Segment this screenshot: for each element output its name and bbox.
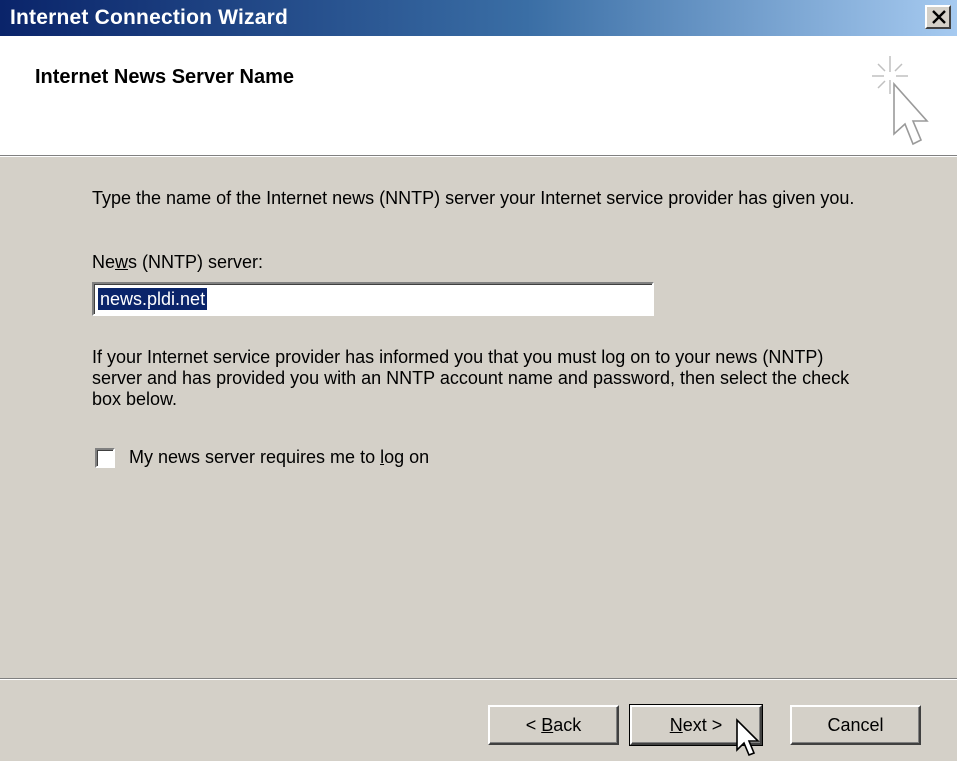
mouse-pointer-icon xyxy=(736,718,760,757)
cancel-button[interactable]: Cancel xyxy=(790,705,921,745)
button-part: ack xyxy=(553,715,582,735)
news-server-label: News (NNTP) server: xyxy=(92,252,263,273)
back-button[interactable]: < Back xyxy=(488,705,619,745)
button-part: ext > xyxy=(682,715,723,735)
wizard-header: Internet News Server Name xyxy=(0,36,957,155)
label-part: Ne xyxy=(92,252,116,272)
footer-divider xyxy=(0,678,957,680)
news-server-value: news.pldi.net xyxy=(98,288,208,310)
label-part: My news server requires me to xyxy=(129,447,381,467)
title-bar: Internet Connection Wizard xyxy=(0,0,957,36)
page-heading: Internet News Server Name xyxy=(35,66,295,88)
label-part: og on xyxy=(384,447,430,467)
label-accelerator: w xyxy=(115,252,129,272)
close-button[interactable] xyxy=(925,5,951,29)
logon-checkbox-label[interactable]: My news server requires me to log on xyxy=(129,447,429,468)
window-title: Internet Connection Wizard xyxy=(10,6,289,29)
intro-text: Type the name of the Internet news (NNTP… xyxy=(92,188,855,208)
header-divider xyxy=(0,155,957,157)
news-server-input[interactable]: news.pldi.net xyxy=(92,282,654,316)
button-accelerator: N xyxy=(669,715,683,735)
logon-checkbox[interactable] xyxy=(95,448,115,468)
close-icon xyxy=(932,10,946,24)
button-accelerator: B xyxy=(541,715,554,735)
button-part: < xyxy=(525,715,542,735)
label-part: s (NNTP) server: xyxy=(128,252,264,272)
logon-info-text: If your Internet service provider has in… xyxy=(92,347,850,409)
wizard-cursor-icon xyxy=(872,56,929,146)
